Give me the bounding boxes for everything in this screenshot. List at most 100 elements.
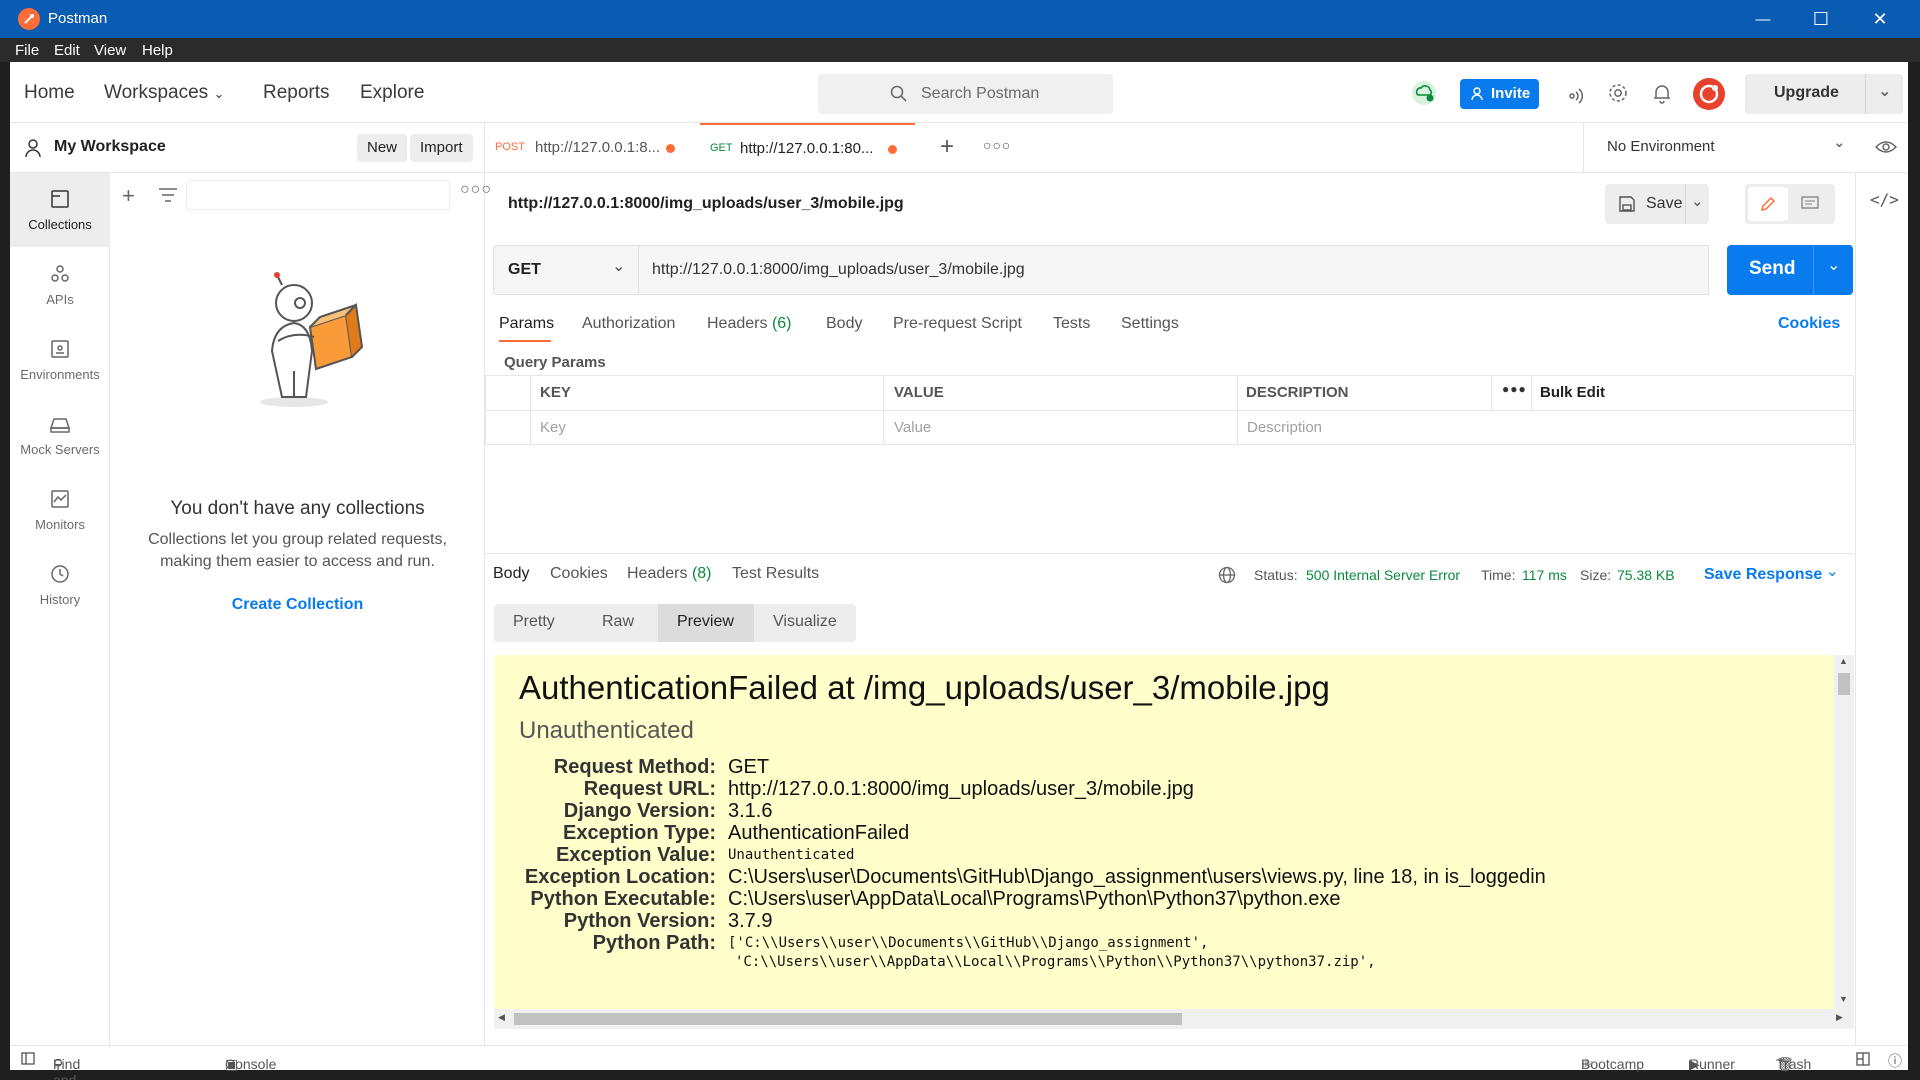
edit-mode-button[interactable] — [1748, 187, 1788, 221]
cookies-link[interactable]: Cookies — [1778, 315, 1840, 333]
create-collection-link[interactable]: Create Collection — [110, 596, 485, 614]
toggle-sidebar-icon[interactable] — [21, 1052, 35, 1065]
url-input[interactable]: http://127.0.0.1:8000/img_uploads/user_3… — [639, 245, 1709, 295]
sidebar-item-collections[interactable]: Collections — [10, 173, 110, 247]
description-input[interactable]: Description — [1247, 419, 1322, 436]
gear-icon[interactable] — [1607, 82, 1629, 104]
nav-reports[interactable]: Reports — [263, 82, 330, 104]
send-button[interactable]: Send ⌄ — [1727, 245, 1853, 295]
more-tabs-icon[interactable]: ○○○ — [983, 137, 1011, 153]
response-tab-headers[interactable]: Headers (8) — [627, 565, 712, 583]
tab-body[interactable]: Body — [826, 315, 862, 333]
size-value: 75.38 KB — [1617, 567, 1675, 583]
chevron-down-icon[interactable]: ⌄ — [1827, 255, 1840, 275]
bulk-edit-button[interactable]: Bulk Edit — [1540, 384, 1605, 401]
import-button[interactable]: Import — [410, 134, 473, 162]
eye-icon[interactable] — [1875, 139, 1897, 155]
scrollbar-thumb[interactable] — [514, 1013, 1182, 1025]
sidebar-item-apis[interactable]: APIs — [10, 248, 110, 322]
save-button[interactable]: Save ⌄ — [1605, 184, 1709, 224]
tab-tests[interactable]: Tests — [1053, 315, 1090, 333]
divider — [1685, 184, 1686, 224]
invite-button[interactable]: Invite — [1460, 79, 1539, 109]
tab-headers[interactable]: Headers (6) — [707, 315, 792, 333]
more-options-icon[interactable]: ●●● — [1502, 382, 1527, 396]
response-tab-test-results[interactable]: Test Results — [732, 565, 819, 583]
environment-select[interactable]: No Environment — [1607, 138, 1715, 155]
workspace-name[interactable]: My Workspace — [54, 138, 166, 156]
scroll-left-icon[interactable]: ◀ — [498, 1012, 505, 1023]
view-mode-pretty[interactable]: Pretty — [494, 604, 578, 642]
menu-edit[interactable]: Edit — [54, 42, 80, 59]
minimize-button[interactable]: — — [1740, 4, 1786, 34]
close-window-button[interactable]: ✕ — [1857, 4, 1903, 34]
menu-file[interactable]: File — [15, 42, 39, 59]
maximize-icon: ☐ — [1812, 8, 1830, 29]
sidebar-item-history[interactable]: History — [10, 548, 110, 622]
meta-value: ['C:\\Users\\user\\Documents\\GitHub\\Dj… — [728, 935, 1209, 951]
trash-label: Trash — [1776, 1056, 1812, 1072]
save-response-button[interactable]: Save Response — [1704, 566, 1822, 584]
horizontal-scrollbar[interactable]: ◀ ▶ — [494, 1009, 1854, 1029]
chevron-down-icon[interactable]: ⌄ — [1691, 192, 1704, 210]
divider — [1491, 376, 1492, 410]
scroll-up-icon[interactable]: ▲ — [1839, 656, 1848, 666]
tab-authorization[interactable]: Authorization — [582, 315, 675, 333]
close-icon: ✕ — [1872, 8, 1888, 29]
satellite-icon[interactable] — [1563, 83, 1585, 105]
vertical-scrollbar[interactable]: ▲ ▼ — [1834, 655, 1854, 1009]
help-icon[interactable]: ⓘ — [1888, 1051, 1902, 1071]
scrollbar-thumb[interactable] — [1838, 673, 1850, 695]
chevron-down-icon[interactable]: ⌄ — [1878, 81, 1891, 101]
scroll-right-icon[interactable]: ▶ — [1836, 1012, 1843, 1023]
collections-search-input[interactable] — [186, 180, 450, 210]
maximize-button[interactable]: ☐ — [1798, 4, 1844, 34]
comment-icon[interactable] — [1801, 196, 1819, 212]
new-tab-icon[interactable]: + — [940, 133, 954, 161]
method-select[interactable]: GET ⌄ — [493, 245, 639, 295]
invite-label: Invite — [1491, 85, 1531, 102]
tab-params[interactable]: Params — [499, 315, 554, 333]
view-mode-raw[interactable]: Raw — [578, 604, 658, 642]
nav-home[interactable]: Home — [24, 82, 75, 104]
search-bar[interactable]: Search Postman — [818, 74, 1113, 114]
bell-icon[interactable] — [1652, 82, 1672, 104]
response-tab-cookies[interactable]: Cookies — [550, 565, 608, 583]
sidebar-item-monitors[interactable]: Monitors — [10, 473, 110, 547]
view-mode-label: Preview — [677, 613, 734, 630]
headers-count: (6) — [771, 315, 792, 332]
sync-status-icon[interactable] — [1410, 80, 1438, 106]
view-mode-preview[interactable]: Preview — [658, 604, 754, 642]
two-pane-icon[interactable] — [1856, 1052, 1870, 1066]
filter-icon[interactable] — [158, 187, 178, 203]
value-input[interactable]: Value — [894, 419, 931, 436]
nav-workspaces[interactable]: Workspaces ⌄ — [104, 82, 224, 104]
meta-value: 3.7.9 — [728, 910, 773, 932]
response-tab-body[interactable]: Body — [493, 565, 529, 583]
sidebar-item-mock-servers[interactable]: Mock Servers — [10, 398, 110, 472]
menu-view[interactable]: View — [94, 42, 126, 59]
key-input[interactable]: Key — [540, 419, 566, 436]
tab-request-post[interactable]: POST http://127.0.0.1:8... — [485, 123, 695, 173]
tab-settings[interactable]: Settings — [1121, 315, 1179, 333]
chevron-down-icon[interactable]: ⌄ — [1826, 562, 1839, 580]
add-collection-icon[interactable]: + — [122, 183, 135, 209]
scroll-down-icon[interactable]: ▼ — [1839, 994, 1848, 1004]
globe-icon[interactable] — [1218, 566, 1236, 584]
view-mode-visualize[interactable]: Visualize — [754, 604, 856, 642]
tab-request-get[interactable]: GET http://127.0.0.1:80... — [700, 123, 915, 173]
request-title[interactable]: http://127.0.0.1:8000/img_uploads/user_3… — [508, 195, 904, 213]
unsaved-dot — [666, 144, 675, 153]
nav-explore[interactable]: Explore — [360, 82, 424, 104]
save-label: Save — [1646, 195, 1683, 212]
tab-pre-request-script[interactable]: Pre-request Script — [893, 315, 1022, 333]
sidebar-item-environments[interactable]: Environments — [10, 323, 110, 397]
workspace-header: My Workspace New Import — [10, 123, 485, 173]
upgrade-button[interactable]: Upgrade ⌄ — [1745, 74, 1903, 114]
code-icon[interactable]: </> — [1870, 190, 1899, 209]
chevron-down-icon[interactable]: ⌄ — [1833, 133, 1846, 151]
menu-help[interactable]: Help — [142, 42, 173, 59]
divider — [1531, 376, 1532, 410]
avatar[interactable] — [1693, 78, 1725, 110]
new-button[interactable]: New — [357, 134, 408, 162]
